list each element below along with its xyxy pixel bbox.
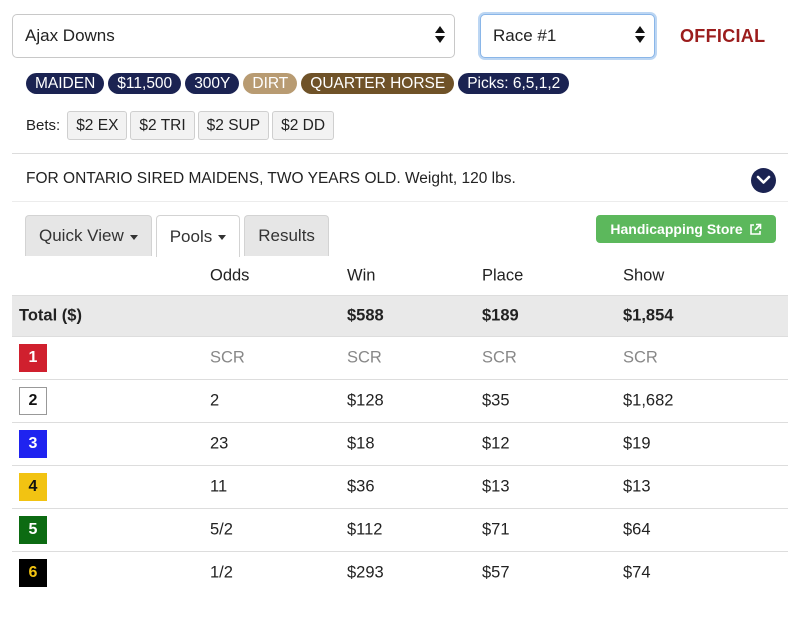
tab-pools[interactable]: Pools <box>155 215 241 257</box>
track-select[interactable]: Ajax Downs <box>12 14 455 58</box>
tab-pools-label: Pools <box>169 226 213 246</box>
total-show: $1,854 <box>623 306 674 325</box>
chevron-down-icon <box>756 175 771 184</box>
header-show: Show <box>623 266 665 284</box>
odds-cell: SCR <box>210 348 245 367</box>
tab-results[interactable]: Results <box>244 215 329 256</box>
header-win: Win <box>347 266 376 284</box>
win-cell: $36 <box>347 477 375 496</box>
place-cell: $35 <box>482 391 510 410</box>
race-badges: MAIDEN $11,500 300Y DIRT QUARTER HORSE P… <box>26 73 570 94</box>
show-cell: $19 <box>623 434 651 453</box>
win-cell: SCR <box>347 348 382 367</box>
total-label: Total ($) <box>19 306 82 325</box>
place-cell: $13 <box>482 477 510 496</box>
show-cell: $74 <box>623 563 651 582</box>
total-place: $189 <box>482 306 519 325</box>
tab-results-label: Results <box>258 226 315 245</box>
table-row: 3 23 $18 $12 $19 <box>12 422 788 465</box>
race-select-value: Race #1 <box>493 26 557 45</box>
program-number-badge: 4 <box>19 473 47 501</box>
table-row: 5 5/2 $112 $71 $64 <box>12 508 788 551</box>
odds-cell: 5/2 <box>210 520 233 539</box>
odds-cell: 1/2 <box>210 563 233 582</box>
program-number-badge: 3 <box>19 430 47 458</box>
show-cell: $13 <box>623 477 651 496</box>
table-row: 2 2 $128 $35 $1,682 <box>12 379 788 422</box>
select-arrows-icon <box>635 26 645 48</box>
badge-type: MAIDEN <box>26 73 105 94</box>
badge-distance: 300Y <box>185 73 240 94</box>
program-number-badge: 2 <box>19 387 47 415</box>
show-cell: $64 <box>623 520 651 539</box>
win-cell: $128 <box>347 391 384 410</box>
race-select[interactable]: Race #1 <box>480 14 655 58</box>
caret-down-icon <box>218 235 227 240</box>
table-total-row: Total ($) $588 $189 $1,854 <box>12 295 788 336</box>
win-cell: $293 <box>347 563 384 582</box>
bet-button-dd[interactable]: $2 DD <box>272 111 335 140</box>
select-arrows-icon <box>435 26 445 48</box>
odds-cell: 2 <box>210 391 220 410</box>
expand-conditions-button[interactable] <box>751 168 776 193</box>
show-cell: $1,682 <box>623 391 674 410</box>
tab-quick-view[interactable]: Quick View <box>25 215 152 256</box>
program-number-badge: 1 <box>19 344 47 372</box>
total-win: $588 <box>347 306 384 325</box>
divider <box>12 153 788 154</box>
header-place: Place <box>482 266 524 284</box>
track-select-value: Ajax Downs <box>25 26 115 45</box>
header-odds: Odds <box>210 266 250 284</box>
bets-label: Bets: <box>26 117 61 134</box>
bet-button-sup[interactable]: $2 SUP <box>197 111 270 140</box>
race-status: OFFICIAL <box>680 26 766 46</box>
place-cell: SCR <box>482 348 517 367</box>
pools-table: Odds Win Place Show Total ($) $588 $189 … <box>12 256 788 594</box>
program-number-badge: 6 <box>19 559 47 587</box>
external-link-icon <box>749 223 761 235</box>
caret-down-icon <box>129 234 138 240</box>
show-cell: SCR <box>623 348 658 367</box>
place-cell: $57 <box>482 563 510 582</box>
badge-breed: QUARTER HORSE <box>301 73 455 94</box>
bet-button-ex[interactable]: $2 EX <box>67 111 128 140</box>
tab-quick-view-label: Quick View <box>39 226 124 245</box>
table-row: 6 1/2 $293 $57 $74 <box>12 551 788 594</box>
table-row: 4 11 $36 $13 $13 <box>12 465 788 508</box>
place-cell: $71 <box>482 520 510 539</box>
badge-picks: Picks: 6,5,1,2 <box>458 73 570 94</box>
win-cell: $112 <box>347 520 383 539</box>
odds-cell: 11 <box>210 477 228 496</box>
bet-button-tri[interactable]: $2 TRI <box>130 111 195 140</box>
win-cell: $18 <box>347 434 375 453</box>
program-number-badge: 5 <box>19 516 47 544</box>
badge-surface: DIRT <box>243 73 298 94</box>
handicapping-store-button[interactable]: Handicapping Store <box>596 215 776 243</box>
odds-cell: 23 <box>210 434 229 453</box>
view-tabs: Quick View Pools Results <box>25 215 329 257</box>
divider <box>12 201 788 202</box>
table-row: 1 SCR SCR SCR SCR <box>12 336 788 379</box>
place-cell: $12 <box>482 434 510 453</box>
handicapping-store-label: Handicapping Store <box>610 221 743 237</box>
badge-purse: $11,500 <box>108 73 182 94</box>
race-conditions: FOR ONTARIO SIRED MAIDENS, TWO YEARS OLD… <box>26 170 516 187</box>
table-header-row: Odds Win Place Show <box>12 256 788 295</box>
bets-bar: Bets: $2 EX $2 TRI $2 SUP $2 DD <box>26 111 335 140</box>
